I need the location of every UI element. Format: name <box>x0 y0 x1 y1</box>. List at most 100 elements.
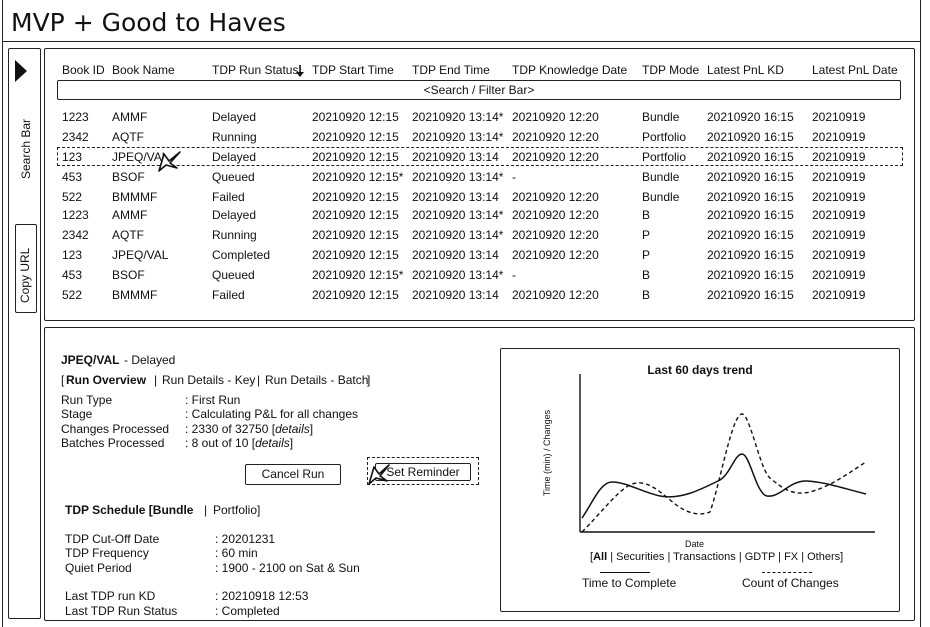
cell-tdp-mode: Portfolio <box>642 130 687 144</box>
col-header-latest-pnl-date[interactable]: Latest PnL Date <box>812 63 898 77</box>
cell-start-time: 20210920 12:15 <box>312 208 399 222</box>
filter-securities[interactable]: | Securities <box>610 551 664 563</box>
schedule-title[interactable]: TDP Schedule [Bundle <box>65 503 193 517</box>
cell-book-name: AQTF <box>112 130 144 144</box>
filter-fx[interactable]: | FX <box>778 551 798 563</box>
cell-end-time: 20210920 13:14 <box>412 190 499 204</box>
cell-end-time: 20210920 13:14* <box>412 110 504 124</box>
cell-tdp-mode: Bundle <box>642 110 680 124</box>
cell-latest-pnl-date: 20210919 <box>812 170 866 184</box>
run-type-value: : First Run <box>185 393 241 407</box>
schedule-portfolio-tab[interactable]: Portfolio] <box>213 503 260 517</box>
col-header-end-time[interactable]: TDP End Time <box>412 63 490 77</box>
cell-start-time: 20210920 12:15* <box>312 268 404 282</box>
cell-tdp-mode: B <box>642 208 651 222</box>
expand-arrow-icon[interactable] <box>15 60 27 82</box>
cell-latest-pnl-date: 20210919 <box>812 190 866 204</box>
cell-knowledge-date: 20210920 12:20 <box>512 288 599 302</box>
cell-end-time: 20210920 13:14* <box>412 170 504 184</box>
stage-value: : Calculating P&L for all changes <box>185 407 358 421</box>
sort-down-icon[interactable] <box>295 65 305 78</box>
cell-book-name: BMMMF <box>112 288 158 302</box>
cell-latest-pnl-kd: 20210920 16:15 <box>707 130 794 144</box>
cell-end-time: 20210920 13:14* <box>412 130 504 144</box>
cell-knowledge-date: - <box>512 268 516 282</box>
mouse-cursor-icon <box>368 464 390 485</box>
cell-end-time: 20210920 13:14* <box>412 208 504 222</box>
cell-book-name: BSOF <box>112 268 145 282</box>
cell-tdp-mode: B <box>642 268 651 282</box>
legend-time-to-complete: Time to Complete <box>582 576 677 590</box>
cancel-run-button[interactable]: Cancel Run <box>245 464 341 485</box>
changes-processed-label: Changes Processed <box>61 422 170 436</box>
filter-all[interactable]: All <box>593 551 607 563</box>
cell-start-time: 20210920 12:15 <box>312 110 399 124</box>
legend-dashed-swatch <box>762 572 812 573</box>
cell-book-id: 1223 <box>62 110 89 124</box>
cell-start-time: 20210920 12:15 <box>312 248 399 262</box>
cell-start-time: 20210920 12:15* <box>312 170 404 184</box>
tab-separator: | <box>154 373 158 387</box>
col-header-book-id[interactable]: Book ID <box>62 63 105 77</box>
stage-label: Stage <box>61 407 93 421</box>
cell-latest-pnl-kd: 20210920 16:15 <box>707 288 794 302</box>
tab-run-details-batch[interactable]: Run Details - Batch <box>265 373 368 387</box>
page-title: MVP + Good to Haves <box>11 8 286 37</box>
cell-run-status: Delayed <box>212 110 257 124</box>
cell-end-time: 20210920 13:14 <box>412 248 499 262</box>
chart-x-axis-label: Date <box>685 539 705 549</box>
col-header-run-status[interactable]: TDP Run Status <box>212 63 298 77</box>
cell-knowledge-date: 20210920 12:20 <box>512 190 599 204</box>
cell-book-id: 2342 <box>62 130 89 144</box>
batches-details-link[interactable]: details <box>255 436 290 450</box>
detail-book-name: JPEQ/VAL <box>61 353 120 367</box>
changes-bracket: ] <box>309 422 314 436</box>
cell-start-time: 20210920 12:15 <box>312 288 399 302</box>
cell-run-status: Running <box>212 228 257 242</box>
cell-latest-pnl-kd: 20210920 16:15 <box>707 268 794 282</box>
cell-tdp-mode: Bundle <box>642 190 680 204</box>
trend-line-plot <box>579 374 875 533</box>
col-header-start-time[interactable]: TDP Start Time <box>312 63 394 77</box>
search-bar-toggle[interactable]: Search Bar <box>19 111 33 179</box>
cell-latest-pnl-date: 20210919 <box>812 268 866 282</box>
search-filter-input[interactable]: <Search / Filter Bar> <box>57 80 901 100</box>
cell-run-status: Running <box>212 130 257 144</box>
tab-run-overview[interactable]: Run Overview <box>66 373 146 387</box>
filter-gdtp[interactable]: | GDTP <box>739 551 775 563</box>
cell-knowledge-date: 20210920 12:20 <box>512 248 599 262</box>
quiet-period-value: : 1900 - 2100 on Sat & Sun <box>215 561 360 575</box>
cell-book-id: 1223 <box>62 208 89 222</box>
cell-tdp-mode: B <box>642 288 651 302</box>
col-header-tdp-mode[interactable]: TDP Mode <box>642 63 699 77</box>
cell-book-name: AQTF <box>112 228 144 242</box>
cell-end-time: 20210920 13:14* <box>412 268 504 282</box>
cell-run-status: Failed <box>212 288 245 302</box>
cell-book-id: 453 <box>62 170 83 184</box>
cell-latest-pnl-kd: 20210920 16:15 <box>707 248 794 262</box>
frequency-value: : 60 min <box>215 546 258 560</box>
filter-others[interactable]: | Others] <box>801 551 843 563</box>
col-header-knowledge-date[interactable]: TDP Knowledge Date <box>512 63 627 77</box>
col-header-book-name[interactable]: Book Name <box>112 63 175 77</box>
cell-book-name: AMMF <box>112 208 148 222</box>
tab-run-details-key[interactable]: Run Details - Key <box>162 373 255 387</box>
cell-book-name: JPEQ/VAL <box>112 248 169 262</box>
cell-run-status: Completed <box>212 248 271 262</box>
cell-latest-pnl-kd: 20210920 16:15 <box>707 110 794 124</box>
cell-tdp-mode: P <box>642 248 651 262</box>
batches-bracket: ] <box>289 436 294 450</box>
cell-book-name: AMMF <box>112 110 148 124</box>
series-time-to-complete <box>581 453 867 519</box>
cell-end-time: 20210920 13:14* <box>412 228 504 242</box>
cell-run-status: Delayed <box>212 208 257 222</box>
tab-bracket-close: ] <box>367 373 371 387</box>
changes-details-link[interactable]: details <box>275 422 310 436</box>
filter-transactions[interactable]: | Transactions <box>667 551 735 563</box>
cell-knowledge-date: 20210920 12:20 <box>512 228 599 242</box>
legend-solid-swatch <box>600 572 650 573</box>
frequency-label: TDP Frequency <box>65 546 149 560</box>
cell-knowledge-date: 20210920 12:20 <box>512 110 599 124</box>
col-header-latest-pnl-kd[interactable]: Latest PnL KD <box>707 63 784 77</box>
legend-count-of-changes: Count of Changes <box>742 576 839 590</box>
